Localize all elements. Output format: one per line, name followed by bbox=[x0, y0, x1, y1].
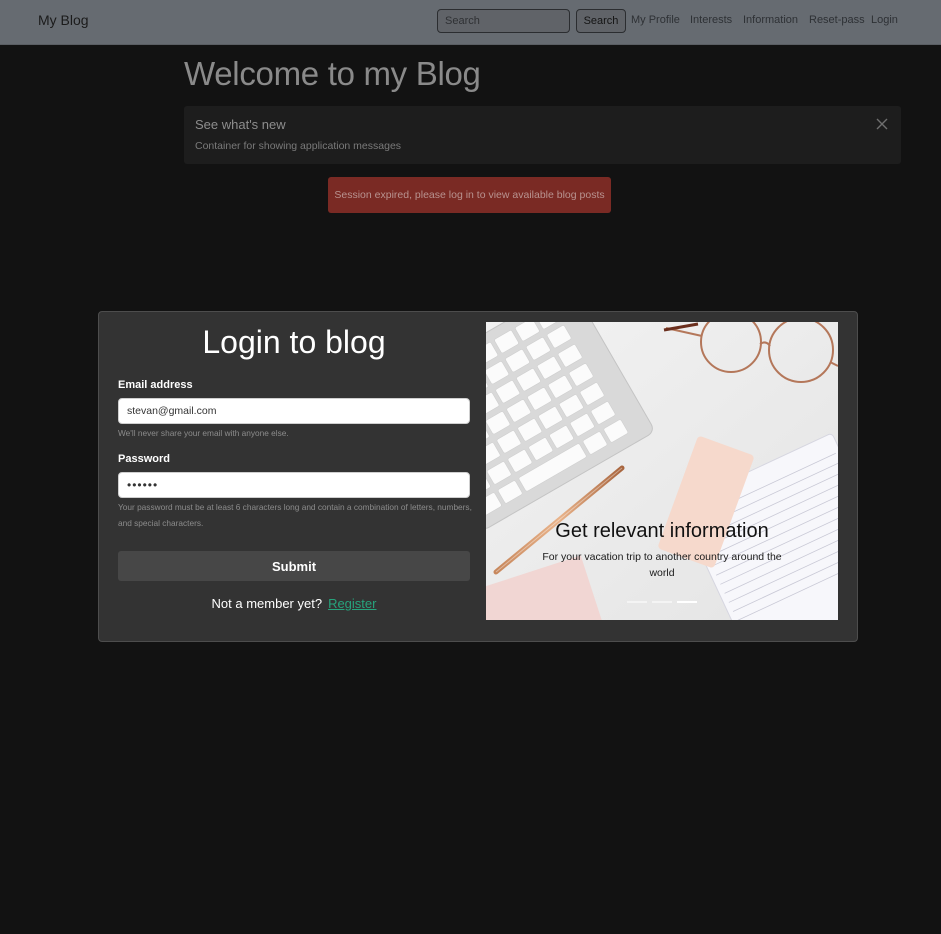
brand-link[interactable]: My Blog bbox=[38, 12, 89, 28]
search-input[interactable] bbox=[437, 9, 570, 33]
login-title: Login to blog bbox=[202, 324, 386, 360]
session-expired-alert: Session expired, please log in to view a… bbox=[328, 177, 611, 213]
nav-link-my-profile[interactable]: My Profile bbox=[631, 14, 680, 26]
messages-panel-title: See what's new bbox=[195, 117, 286, 132]
email-help-text: We'll never share your email with anyone… bbox=[118, 428, 289, 438]
carousel-indicator-2[interactable] bbox=[652, 601, 672, 603]
page-title: Welcome to my Blog bbox=[184, 55, 481, 92]
nav-link-interests[interactable]: Interests bbox=[690, 14, 732, 26]
register-prompt: Not a member yet? Register bbox=[99, 596, 489, 611]
not-member-text: Not a member yet? bbox=[211, 596, 323, 611]
top-navbar: My Blog Search My Profile Interests Info… bbox=[0, 0, 941, 45]
close-icon[interactable] bbox=[875, 117, 889, 131]
info-carousel[interactable]: Get relevant information For your vacati… bbox=[486, 322, 838, 620]
messages-panel-body: Container for showing application messag… bbox=[195, 140, 402, 152]
nav-link-login[interactable]: Login bbox=[871, 14, 898, 26]
email-field[interactable] bbox=[118, 398, 470, 424]
password-label: Password bbox=[118, 453, 170, 465]
carousel-indicator-1[interactable] bbox=[627, 601, 647, 603]
password-help-text: Your password must be at least 6 charact… bbox=[118, 502, 472, 528]
login-card: Login to blog Email address We'll never … bbox=[98, 311, 858, 642]
carousel-caption-title: Get relevant information bbox=[555, 520, 769, 542]
register-link[interactable]: Register bbox=[328, 596, 376, 611]
search-button[interactable]: Search bbox=[576, 9, 626, 33]
messages-panel: See what's new Container for showing app… bbox=[184, 106, 901, 164]
submit-button[interactable]: Submit bbox=[118, 551, 470, 581]
nav-link-information[interactable]: Information bbox=[743, 14, 798, 26]
carousel-caption: Get relevant information For your vacati… bbox=[486, 520, 838, 581]
carousel-indicator-3[interactable] bbox=[677, 601, 697, 603]
carousel-indicators bbox=[627, 601, 699, 604]
nav-link-reset-pass[interactable]: Reset-pass bbox=[809, 14, 865, 26]
email-label: Email address bbox=[118, 379, 193, 391]
password-field[interactable] bbox=[118, 472, 470, 498]
carousel-caption-text: For your vacation trip to another countr… bbox=[542, 551, 782, 579]
